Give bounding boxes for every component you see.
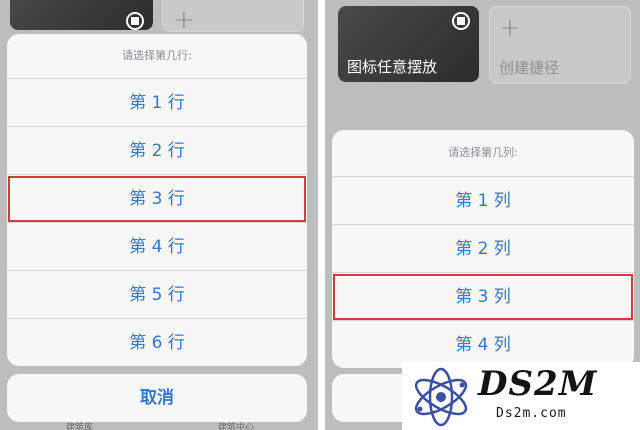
row-option-6[interactable]: 第 6 行 xyxy=(7,319,307,366)
row-option-5[interactable]: 第 5 行 xyxy=(7,271,307,319)
stop-icon[interactable] xyxy=(126,12,144,30)
brand-logo-text: DS2M xyxy=(478,364,598,404)
row-option-3[interactable]: 第 3 行 xyxy=(7,175,307,223)
tile-label: 图标任意摆放 xyxy=(347,58,438,76)
atom-logo-icon xyxy=(414,367,468,427)
stop-icon[interactable] xyxy=(452,12,470,30)
plus-icon: + xyxy=(499,13,521,43)
brand-domain-text: Ds2m.com xyxy=(496,406,567,421)
dock-label-center: 建筑中心 xyxy=(218,423,255,430)
column-option-3[interactable]: 第 3 列 xyxy=(332,273,634,321)
sheet-title: 请选择第几列: xyxy=(332,130,634,177)
create-shortcut-tile[interactable]: + 创建捷径 xyxy=(489,6,631,84)
column-option-4[interactable]: 第 4 列 xyxy=(332,321,634,368)
row-option-4[interactable]: 第 4 行 xyxy=(7,223,307,271)
watermark: DS2M Ds2m.com xyxy=(402,362,640,430)
shortcut-tile[interactable] xyxy=(10,0,153,30)
column-option-1[interactable]: 第 1 列 xyxy=(332,177,634,225)
cancel-button[interactable]: 取消 xyxy=(7,374,307,422)
tile-label: 创建捷径 xyxy=(499,59,560,77)
row-option-1[interactable]: 第 1 行 xyxy=(7,79,307,127)
sheet-title: 请选择第几行: xyxy=(7,34,307,79)
dock-label-library: 建筑库 xyxy=(66,423,94,430)
left-screenshot: + 请选择第几行: 第 1 行 第 2 行 第 3 行 第 4 行 第 5 行 … xyxy=(0,0,318,430)
plus-icon: + xyxy=(173,5,195,35)
arrange-icons-tile[interactable]: 图标任意摆放 xyxy=(338,6,479,82)
row-option-2[interactable]: 第 2 行 xyxy=(7,127,307,175)
row-picker-sheet: 请选择第几行: 第 1 行 第 2 行 第 3 行 第 4 行 第 5 行 第 … xyxy=(7,34,307,366)
column-picker-sheet: 请选择第几列: 第 1 列 第 2 列 第 3 列 第 4 列 xyxy=(332,130,634,368)
column-option-2[interactable]: 第 2 列 xyxy=(332,225,634,273)
create-shortcut-tile[interactable]: + xyxy=(162,0,304,35)
